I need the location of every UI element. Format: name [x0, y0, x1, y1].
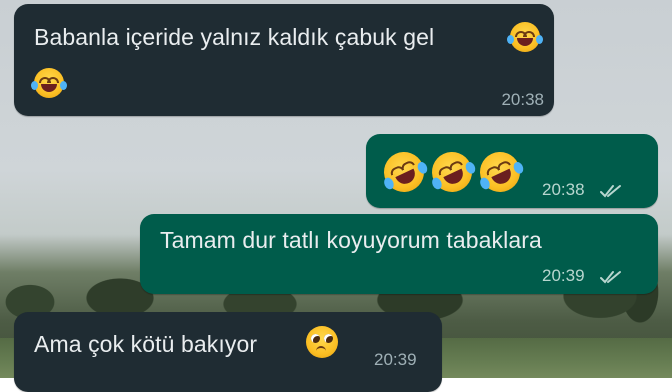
rolling-on-the-floor-laughing-icon [377, 145, 431, 199]
face-with-tears-of-joy-icon [507, 22, 543, 52]
message-text: Tamam dur tatlı koyuyorum tabaklara [160, 227, 542, 253]
message-bubble-outgoing[interactable]: Tamam dur tatlı koyuyorum tabaklara 20:3… [140, 214, 658, 294]
face-with-tears-of-joy-icon [31, 68, 67, 98]
message-time: 20:39 [374, 350, 417, 369]
rolling-on-the-floor-laughing-icon [425, 145, 479, 199]
message-text: Ama çok kötü bakıyor [34, 331, 258, 357]
message-time: 20:38 [501, 90, 544, 109]
message-time: 20:39 [542, 266, 585, 285]
message-bubble-incoming[interactable]: Babanla içeride yalnız kaldık çabuk gel … [14, 4, 554, 116]
double-check-icon [600, 185, 621, 198]
message-bubble-outgoing[interactable]: 20:38 [366, 134, 658, 208]
rolling-on-the-floor-laughing-icon [473, 145, 527, 199]
pleading-face-icon [306, 326, 338, 358]
message-time: 20:38 [542, 180, 585, 199]
message-bubble-incoming[interactable]: Ama çok kötü bakıyor 20:39 [14, 312, 442, 392]
double-check-icon [600, 271, 621, 284]
message-text: Babanla içeride yalnız kaldık çabuk gel [34, 24, 435, 50]
